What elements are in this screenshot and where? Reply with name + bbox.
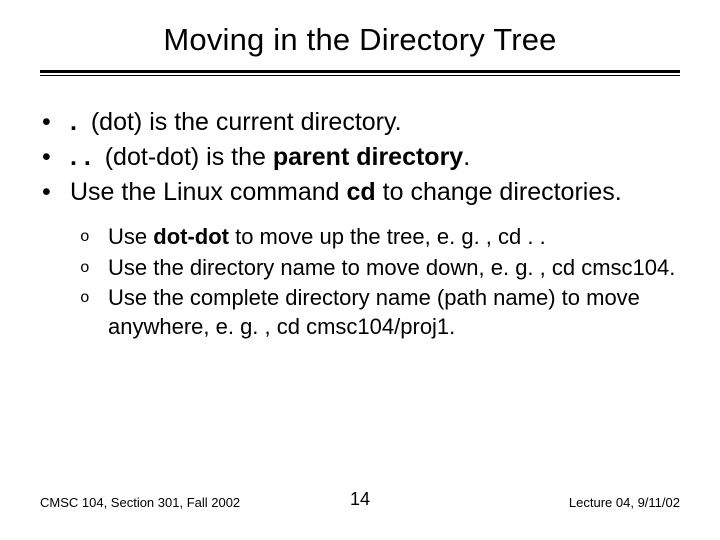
- sub-bullet-marker: o: [80, 254, 108, 279]
- bullet-pre: Use the Linux command: [70, 178, 347, 206]
- bullet-marker: •: [42, 176, 70, 209]
- bullet-text: . . (dot-dot) is the parent directory.: [70, 141, 678, 174]
- main-bullet-list: • . (dot) is the current directory. • . …: [42, 106, 678, 209]
- bullet-bold: parent directory: [273, 143, 463, 171]
- bullet-post: to change directories.: [376, 178, 622, 206]
- sub-bullet-item: o Use dot-dot to move up the tree, e. g.…: [80, 223, 678, 252]
- bullet-pre: (dot-dot) is the: [91, 143, 273, 171]
- sub-bullet-text: Use the directory name to move down, e. …: [108, 254, 678, 283]
- slide: Moving in the Directory Tree • . (dot) i…: [0, 0, 720, 540]
- sub-bullet-text: Use the complete directory name (path na…: [108, 284, 678, 341]
- bullet-marker: •: [42, 141, 70, 174]
- sub-bullet-list: o Use dot-dot to move up the tree, e. g.…: [80, 223, 678, 341]
- title-rule-thick: [40, 70, 680, 73]
- bullet-marker: •: [42, 106, 70, 139]
- dot-symbol: .: [70, 108, 77, 136]
- sub-bullet-marker: o: [80, 223, 108, 248]
- bullet-text: . (dot) is the current directory.: [70, 106, 678, 139]
- sub-bold: dot-dot: [153, 224, 229, 249]
- bullet-post: .: [463, 143, 470, 171]
- bullet-text: Use the Linux command cd to change direc…: [70, 176, 678, 209]
- dotdot-symbol: . .: [70, 143, 91, 171]
- bullet-item: • Use the Linux command cd to change dir…: [42, 176, 678, 209]
- sub-bullet-marker: o: [80, 284, 108, 309]
- footer-right: Lecture 04, 9/11/02: [569, 495, 680, 510]
- slide-footer: CMSC 104, Section 301, Fall 2002 14 Lect…: [0, 495, 720, 510]
- sub-pre: Use: [108, 224, 153, 249]
- slide-title: Moving in the Directory Tree: [40, 22, 680, 58]
- footer-left: CMSC 104, Section 301, Fall 2002: [40, 495, 240, 510]
- sub-bullet-item: o Use the complete directory name (path …: [80, 284, 678, 341]
- sub-bullet-item: o Use the directory name to move down, e…: [80, 254, 678, 283]
- bullet-bold: cd: [347, 178, 376, 206]
- sub-post: to move up the tree, e. g. , cd . .: [229, 224, 546, 249]
- bullet-rest: (dot) is the current directory.: [77, 108, 402, 136]
- slide-body: • . (dot) is the current directory. • . …: [40, 106, 680, 341]
- sub-bullet-text: Use dot-dot to move up the tree, e. g. ,…: [108, 223, 678, 252]
- bullet-item: • . (dot) is the current directory.: [42, 106, 678, 139]
- bullet-item: • . . (dot-dot) is the parent directory.: [42, 141, 678, 174]
- title-rule-thin: [40, 75, 680, 76]
